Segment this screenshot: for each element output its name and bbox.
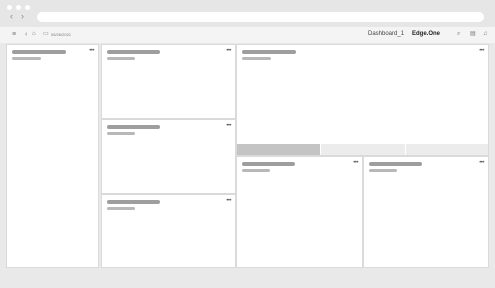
widget-panel-middle-center[interactable]: ••• — [101, 119, 236, 194]
date-range-text[interactable]: 05/26/2021 — [51, 31, 71, 38]
calendar-icon[interactable]: ▭ — [43, 30, 49, 39]
more-options-icon[interactable]: ••• — [226, 122, 231, 130]
more-options-icon[interactable]: ••• — [479, 47, 484, 55]
more-options-icon[interactable]: ••• — [226, 197, 231, 205]
more-options-icon[interactable]: ••• — [89, 47, 94, 55]
window-minimize-dot[interactable] — [16, 5, 21, 10]
bell-icon[interactable]: ♫ — [483, 30, 488, 39]
window-maximize-dot[interactable] — [25, 5, 30, 10]
widget-panel-middle-top[interactable]: ••• — [101, 44, 236, 119]
widget-panel-middle-bottom[interactable]: ••• — [101, 194, 236, 268]
tab-3[interactable] — [406, 144, 488, 155]
menu-icon[interactable]: ≡ — [12, 30, 16, 39]
widget-subtitle-placeholder — [107, 132, 135, 135]
widget-title-placeholder — [107, 125, 160, 129]
widget-title-placeholder — [12, 50, 66, 54]
widget-title-placeholder — [369, 162, 422, 166]
widget-panel-right-bottom-left[interactable]: ••• — [236, 156, 363, 268]
more-options-icon[interactable]: ••• — [479, 159, 484, 167]
window-close-dot[interactable] — [7, 5, 12, 10]
widget-subtitle-placeholder — [242, 57, 271, 60]
dashboard-name[interactable]: Dashboard_1 — [368, 30, 404, 39]
home-icon[interactable]: ⌂ — [32, 30, 36, 39]
widget-panel-left[interactable]: ••• — [6, 44, 99, 268]
widget-panel-right-large[interactable]: ••• — [236, 44, 489, 156]
widget-subtitle-placeholder — [107, 57, 135, 60]
workspace-name[interactable]: Edge.One — [412, 30, 440, 39]
tab-1[interactable] — [237, 144, 320, 155]
app-toolbar: ≡ ‹ ⌂ ▭ 05/26/2021 Dashboard_1 Edge.One … — [0, 27, 495, 43]
widget-title-placeholder — [242, 50, 296, 54]
widget-subtitle-placeholder — [242, 169, 270, 172]
widget-panel-right-bottom-right[interactable]: ••• — [363, 156, 489, 268]
widget-subtitle-placeholder — [369, 169, 397, 172]
tab-2[interactable] — [321, 144, 405, 155]
widget-title-placeholder — [242, 162, 295, 166]
address-bar[interactable] — [37, 12, 484, 22]
widget-title-placeholder — [107, 50, 160, 54]
widget-subtitle-placeholder — [12, 57, 41, 60]
browser-chrome: ‹ › — [0, 0, 495, 27]
browser-forward-icon[interactable]: › — [21, 12, 24, 21]
browser-back-icon[interactable]: ‹ — [10, 12, 13, 21]
more-options-icon[interactable]: ••• — [353, 159, 358, 167]
search-icon[interactable]: ⌕ — [457, 30, 460, 39]
more-options-icon[interactable]: ••• — [226, 47, 231, 55]
widget-title-placeholder — [107, 200, 160, 204]
widget-subtitle-placeholder — [107, 207, 135, 210]
chevron-left-icon[interactable]: ‹ — [25, 30, 27, 39]
layout-icon[interactable]: ▤ — [470, 30, 476, 39]
